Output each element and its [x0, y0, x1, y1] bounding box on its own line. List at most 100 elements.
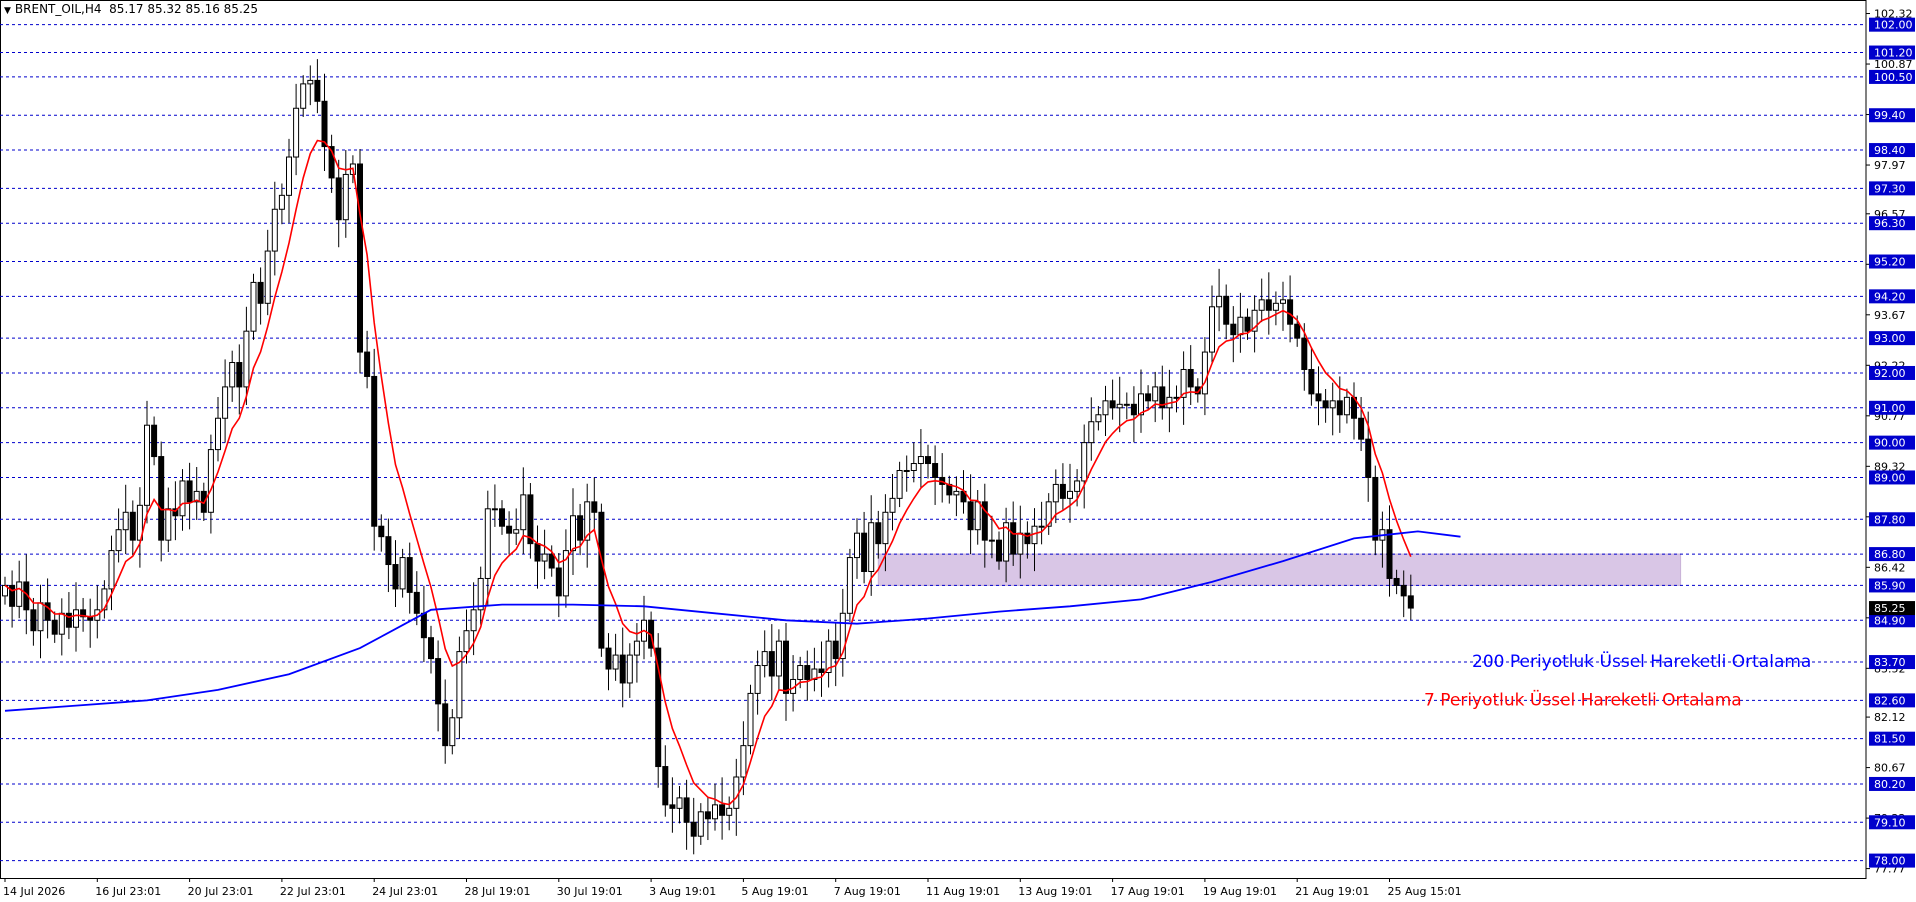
candle-body	[733, 776, 740, 809]
candle-body	[1067, 490, 1073, 499]
candle-body	[37, 602, 44, 632]
candle-body	[499, 508, 505, 527]
candle-body	[974, 501, 981, 531]
candle-body	[477, 577, 484, 611]
candle-body	[1230, 323, 1237, 336]
level-label: 83.70	[1874, 656, 1906, 669]
candle-body	[385, 536, 392, 566]
candle-body	[399, 557, 406, 590]
candle-body	[917, 456, 924, 465]
candle-body	[683, 797, 690, 823]
candle-body	[1400, 584, 1407, 597]
candle-body	[953, 490, 960, 496]
candle-body	[186, 480, 193, 503]
candle-body	[1130, 403, 1137, 416]
candle-body	[1116, 403, 1123, 409]
candle-body	[364, 351, 371, 377]
candle-body	[378, 525, 385, 538]
candle-body	[804, 665, 811, 680]
level-label: 91.00	[1874, 402, 1906, 415]
x-tick-label: 25 Aug 15:01	[1388, 885, 1462, 898]
candle-body	[286, 156, 292, 196]
candle-body	[1017, 532, 1024, 555]
candle-body	[534, 543, 541, 562]
candle-body	[1059, 483, 1066, 499]
candle-body	[555, 567, 562, 597]
candle-body	[449, 717, 456, 747]
candle-body	[392, 564, 399, 590]
x-tick-label: 17 Aug 19:01	[1111, 885, 1185, 898]
candle-body	[1173, 396, 1180, 399]
candle-body	[51, 619, 58, 635]
candle-body	[1187, 368, 1194, 388]
candle-body	[1010, 522, 1017, 555]
candle-body	[1095, 414, 1102, 423]
candle-body	[598, 511, 605, 649]
candle-body	[278, 194, 285, 210]
candle-body	[1393, 577, 1400, 586]
y-tick-label: 82.12	[1874, 711, 1906, 724]
level-label: 93.00	[1874, 332, 1906, 345]
x-tick-label: 5 Aug 19:01	[741, 885, 808, 898]
candle-body	[754, 665, 761, 694]
candle-body	[1358, 417, 1365, 440]
x-tick-label: 22 Jul 23:01	[280, 885, 346, 898]
candle-body	[1343, 396, 1350, 416]
level-label: 95.20	[1874, 256, 1906, 269]
candle-body	[321, 100, 328, 148]
candle-body	[747, 692, 754, 747]
level-label: 92.00	[1874, 367, 1906, 380]
x-tick-label: 7 Aug 19:01	[834, 885, 901, 898]
candle-body	[1145, 393, 1152, 402]
candle-body	[818, 668, 825, 674]
candle-body	[229, 362, 236, 388]
candle-body	[1152, 386, 1159, 402]
candle-body	[996, 539, 1002, 562]
level-label: 99.40	[1874, 109, 1906, 122]
price-chart[interactable]: 102.32100.8799.4297.9796.5795.1293.6792.…	[0, 0, 1916, 902]
candle-body	[896, 469, 903, 499]
candle-body	[1216, 295, 1223, 308]
candle-body	[612, 654, 619, 670]
candle-body	[108, 550, 115, 590]
candle-body	[1322, 400, 1329, 409]
x-tick-label: 24 Jul 23:01	[372, 885, 438, 898]
candle-body	[463, 630, 470, 653]
level-label: 89.00	[1874, 471, 1906, 484]
level-label: 100.50	[1874, 71, 1913, 84]
level-label: 85.90	[1874, 579, 1906, 592]
y-tick-label: 97.97	[1874, 159, 1906, 172]
candle-body	[73, 609, 79, 628]
level-label: 97.30	[1874, 182, 1906, 195]
candle-body	[115, 529, 122, 552]
candle-body	[1336, 400, 1343, 416]
candle-body	[1102, 400, 1109, 416]
x-tick-label: 13 Aug 19:01	[1018, 885, 1092, 898]
candle-body	[1237, 316, 1244, 336]
candle-body	[264, 250, 271, 304]
candle-body	[1038, 525, 1045, 528]
candle-body	[1301, 337, 1308, 370]
candle-body	[335, 177, 342, 221]
candle-body	[591, 501, 598, 513]
x-tick-label: 30 Jul 19:01	[557, 885, 623, 898]
candle-body	[882, 511, 889, 545]
x-tick-label: 3 Aug 19:01	[649, 885, 716, 898]
candle-body	[740, 745, 747, 778]
candle-body	[470, 609, 477, 632]
candle-body	[1272, 302, 1279, 311]
candle-body	[889, 497, 896, 513]
candle-body	[165, 508, 172, 541]
level-label: 87.80	[1874, 513, 1906, 526]
candle-body	[506, 525, 513, 534]
candle-body	[236, 362, 243, 388]
candle-body	[577, 515, 584, 541]
candle-body	[932, 463, 939, 478]
y-tick-label: 100.87	[1874, 58, 1913, 71]
candle-body	[570, 515, 576, 552]
candle-body	[1244, 316, 1251, 332]
candle-body	[783, 640, 789, 694]
dropdown-triangle-icon[interactable]: ▼	[4, 6, 11, 16]
candle-body	[151, 424, 158, 458]
candle-body	[1329, 400, 1336, 409]
